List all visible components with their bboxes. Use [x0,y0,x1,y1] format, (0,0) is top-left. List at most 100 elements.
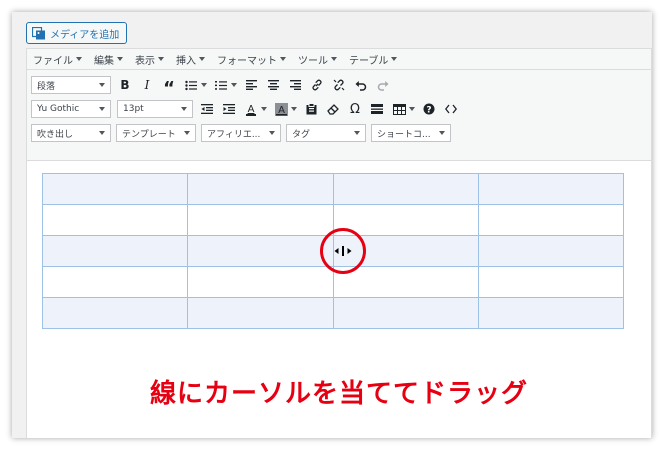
clipboard-icon [306,103,316,115]
bold-button[interactable]: B [117,76,133,94]
undo-icon [355,80,367,91]
undo-button[interactable] [353,76,369,94]
table-cell[interactable] [332,297,479,329]
align-right-button[interactable] [287,76,303,94]
code-button[interactable] [443,100,459,118]
insert-link-button[interactable] [309,76,325,94]
align-center-button[interactable] [265,76,281,94]
chevron-down-icon [184,131,190,135]
special-character-button[interactable]: Ω [347,100,363,118]
numbered-list-button[interactable] [213,76,237,94]
code-icon [445,104,457,114]
add-media-button[interactable]: メディアを追加 [26,22,128,44]
menu-tools[interactable]: ツール [298,52,337,67]
shortcode-select-value: ショートコ... [377,129,431,140]
tag-select[interactable]: タグ [286,124,366,142]
balloon-select-value: 吹き出し [37,129,74,140]
add-media-label: メディアを追加 [50,29,120,41]
horizontal-rule-button[interactable] [369,100,385,118]
table-cell[interactable] [477,235,625,267]
table-cell[interactable] [41,266,189,298]
menu-file-label: ファイル [33,55,73,67]
svg-text:?: ? [426,105,431,115]
chevron-down-icon [331,57,337,61]
shortcode-select[interactable]: ショートコ... [371,124,451,142]
format-select[interactable]: 段落 [31,76,111,94]
table-cell[interactable] [477,266,625,298]
indent-button[interactable] [221,100,237,118]
menu-format-label: フォーマット [217,55,277,67]
toolbar-row-3: 吹き出し テンプレート アフィリエ... タグ ショートコ... [27,121,651,145]
chevron-down-icon [201,83,207,87]
indent-icon [223,104,235,114]
svg-text:A: A [248,104,255,115]
menu-view-label: 表示 [135,55,155,67]
table-cell[interactable] [332,173,479,205]
clear-formatting-button[interactable] [325,100,341,118]
chevron-down-icon [158,57,164,61]
menu-format[interactable]: フォーマット [217,52,286,67]
table-cell[interactable] [187,235,334,267]
table-cell[interactable] [187,297,334,329]
help-button[interactable]: ? [421,100,437,118]
align-center-icon [267,80,279,90]
blockquote-button[interactable]: “ [161,76,177,99]
toolbar-row-2: Yu Gothic 13pt A A Ω ? [27,97,651,121]
menu-file[interactable]: ファイル [33,52,82,67]
chevron-down-icon [99,131,105,135]
background-color-icon: A [273,100,289,118]
toolbar-row-1: 段落 B I “ [27,73,651,99]
redo-button[interactable] [375,76,391,94]
align-left-icon [245,80,257,90]
table-cell[interactable] [187,204,334,236]
editor-frame: メディアを追加 ファイル 編集 表示 挿入 フォーマット ツール テーブル 段落… [12,12,652,438]
table-button[interactable] [391,100,415,118]
menu-view[interactable]: 表示 [135,52,164,67]
table-cell[interactable] [332,266,479,298]
chevron-down-icon [354,131,360,135]
chevron-down-icon [231,83,237,87]
chevron-down-icon [99,107,105,111]
italic-button[interactable]: I [139,76,155,94]
font-family-select[interactable]: Yu Gothic [31,100,111,118]
table-cell[interactable] [41,235,189,267]
chevron-down-icon [391,57,398,61]
align-right-icon [289,80,301,90]
chevron-down-icon [181,107,187,111]
menu-insert[interactable]: 挿入 [176,52,205,67]
chevron-down-icon [291,107,297,111]
template-select[interactable]: テンプレート [116,124,196,142]
text-color-button[interactable]: A [243,100,267,118]
bullet-list-button[interactable] [183,76,207,94]
balloon-select[interactable]: 吹き出し [31,124,111,142]
tag-select-value: タグ [292,129,311,140]
editor-content[interactable]: 線にカーソルを当ててドラッグ [27,160,651,438]
table-cell[interactable] [187,173,334,205]
chevron-down-icon [199,57,205,61]
table-cell[interactable] [41,204,189,236]
table-cell[interactable] [477,173,625,205]
table-cell[interactable] [41,297,189,329]
tinymce-editor: ファイル 編集 表示 挿入 フォーマット ツール テーブル 段落 B I “ Y… [26,48,652,438]
bullet-list-icon [183,76,199,94]
unlink-button[interactable] [331,76,347,94]
table-row [41,173,625,205]
format-select-value: 段落 [37,81,56,92]
table-cell[interactable] [477,204,625,236]
menu-edit[interactable]: 編集 [94,52,123,67]
paste-as-text-button[interactable] [303,100,319,118]
menu-table[interactable]: テーブル [349,52,398,67]
table-cell[interactable] [187,266,334,298]
chevron-down-icon [261,107,267,111]
chevron-down-icon [117,57,123,61]
outdent-button[interactable] [199,100,215,118]
affiliate-select[interactable]: アフィリエ... [201,124,281,142]
align-left-button[interactable] [243,76,259,94]
chevron-down-icon [269,131,275,135]
font-size-select[interactable]: 13pt [117,100,193,118]
table-cell[interactable] [477,297,625,329]
affiliate-select-value: アフィリエ... [207,129,261,140]
instruction-caption: 線にカーソルを当ててドラッグ [149,379,528,409]
table-cell[interactable] [41,173,189,205]
background-color-button[interactable]: A [273,100,297,118]
